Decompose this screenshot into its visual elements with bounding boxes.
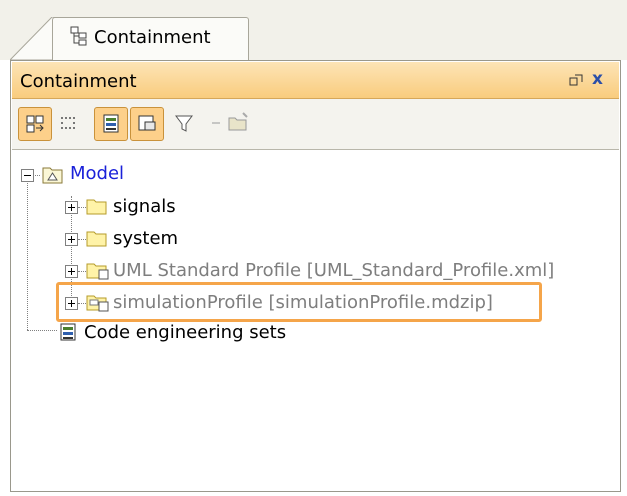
close-icon[interactable]: x: [592, 69, 603, 89]
filter-icon: [175, 115, 193, 132]
profile-folder-icon: [86, 292, 110, 317]
tree-connector: [78, 271, 86, 272]
dotted-grid-icon: [61, 117, 75, 129]
tab-label[interactable]: Containment: [94, 27, 211, 48]
tree-node-code-engineering-sets[interactable]: Code engineering sets: [84, 322, 286, 343]
show-elements-icon: [138, 115, 156, 131]
expand-toggle[interactable]: [65, 233, 78, 246]
filter-button[interactable]: [168, 107, 202, 141]
model-browser-icon: [103, 114, 119, 133]
folder-icon: [86, 228, 108, 253]
group-button[interactable]: [18, 107, 52, 141]
tree-connector: [27, 330, 57, 331]
expand-toggle[interactable]: [65, 265, 78, 278]
expand-toggle[interactable]: [65, 201, 78, 214]
restore-icon[interactable]: [569, 74, 583, 92]
collapse-toggle[interactable]: [21, 169, 34, 182]
panel-title: Containment: [20, 71, 137, 92]
tree-connector: [78, 207, 86, 208]
model-package-icon: [42, 165, 64, 190]
tree-node-system[interactable]: system: [113, 228, 178, 249]
code-engineering-icon: [57, 322, 79, 347]
tree-node-signals[interactable]: signals: [113, 196, 176, 217]
show-elements-button[interactable]: [130, 107, 164, 141]
tree-node-model[interactable]: Model: [70, 163, 124, 184]
tree-connector: [78, 239, 86, 240]
group-icon: [26, 115, 44, 133]
tree-connector: [27, 178, 28, 330]
tree-connector: [78, 303, 86, 304]
tree-node-uml-standard-profile[interactable]: UML Standard Profile [UML_Standard_Profi…: [113, 260, 554, 281]
expand-toggle[interactable]: [65, 297, 78, 310]
tree-node-simulation-profile[interactable]: simulationProfile [simulationProfile.mdz…: [113, 292, 493, 313]
folder-icon: [86, 196, 108, 221]
model-browser-button[interactable]: [94, 107, 128, 141]
open-folder-icon: [228, 112, 248, 131]
open-folder-button[interactable]: [222, 107, 256, 141]
dotted-grid-button[interactable]: [52, 107, 86, 141]
containment-tree-icon: [70, 26, 90, 51]
